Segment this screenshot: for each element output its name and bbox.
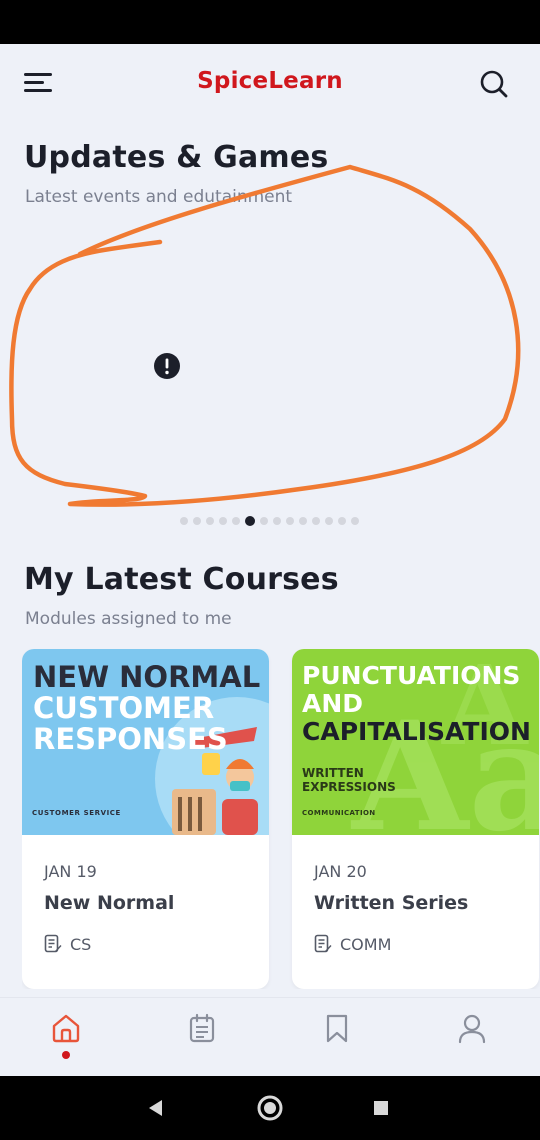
carousel-pagination: [0, 514, 539, 528]
document-icon: [44, 934, 62, 953]
thumb-line2: AND: [302, 689, 364, 718]
courses-title: My Latest Courses: [24, 562, 339, 597]
status-bar: [0, 0, 540, 44]
thumb-line3: CAPITALISATION: [302, 717, 531, 746]
carousel-dot[interactable]: [179, 517, 188, 525]
recents-icon[interactable]: [373, 1100, 389, 1116]
course-date: JAN 20: [314, 862, 367, 881]
carousel-dot[interactable]: [272, 517, 281, 525]
carousel-dot[interactable]: [311, 517, 320, 525]
home-circle-icon[interactable]: [256, 1094, 284, 1122]
carousel-dot[interactable]: [218, 517, 227, 525]
course-list: NEW NORMAL CUSTOMER RESPONSES CUSTOMER S…: [22, 649, 540, 989]
course-thumbnail: NEW NORMAL CUSTOMER RESPONSES CUSTOMER S…: [22, 649, 269, 835]
courses-subtitle: Modules assigned to me: [25, 609, 232, 629]
carousel-dot[interactable]: [192, 517, 201, 525]
carousel-dot-active[interactable]: [244, 516, 255, 526]
bottom-navigation: [0, 997, 540, 1076]
thumb-line5: EXPRESSIONS: [302, 780, 396, 794]
back-icon[interactable]: [146, 1098, 166, 1118]
thumb-caption: COMMUNICATION: [302, 809, 376, 817]
carousel-dot[interactable]: [324, 517, 333, 525]
carousel-dot[interactable]: [337, 517, 346, 525]
profile-icon[interactable]: [456, 1012, 488, 1044]
updates-carousel[interactable]: [0, 254, 540, 509]
course-card-new-normal[interactable]: NEW NORMAL CUSTOMER RESPONSES CUSTOMER S…: [22, 649, 269, 989]
top-bar: SpiceLearn: [0, 44, 540, 122]
course-name: Written Series: [314, 892, 469, 914]
course-tag-label: COMM: [340, 934, 392, 954]
course-card-written-series[interactable]: Aa A PUNCTUATIONS AND CAPITALISATION WRI…: [292, 649, 539, 989]
course-thumbnail: Aa A PUNCTUATIONS AND CAPITALISATION WRI…: [292, 649, 539, 835]
thumb-line2: CUSTOMER: [33, 691, 215, 725]
updates-title: Updates & Games: [24, 140, 329, 175]
updates-subtitle: Latest events and edutainment: [25, 187, 293, 207]
active-indicator: [62, 1051, 70, 1059]
carousel-dot[interactable]: [350, 517, 359, 525]
thumb-line3: RESPONSES: [33, 722, 228, 756]
course-tag-label: CS: [70, 934, 92, 954]
course-tag: CS: [44, 934, 91, 954]
search-icon[interactable]: [478, 68, 510, 100]
carousel-dot[interactable]: [259, 517, 268, 525]
app-title: SpiceLearn: [197, 68, 343, 94]
course-tag: COMM: [314, 934, 391, 954]
carousel-dot[interactable]: [231, 517, 240, 525]
thumb-line1: NEW NORMAL: [33, 660, 261, 694]
thumb-line4: WRITTEN: [302, 766, 364, 780]
carousel-dot[interactable]: [285, 517, 294, 525]
thumb-caption: CUSTOMER SERVICE: [32, 809, 121, 817]
course-date: JAN 19: [44, 862, 97, 881]
home-icon[interactable]: [50, 1012, 82, 1044]
thumb-line1: PUNCTUATIONS: [302, 661, 521, 690]
system-navigation-bar: [0, 1076, 540, 1140]
document-icon: [314, 934, 332, 953]
carousel-dot[interactable]: [205, 517, 214, 525]
bookmark-icon[interactable]: [321, 1012, 353, 1044]
carousel-dot[interactable]: [298, 517, 307, 525]
alert-icon: [154, 353, 180, 379]
course-name: New Normal: [44, 892, 175, 914]
app-screen: SpiceLearn Updates & Games Latest events…: [0, 44, 540, 1076]
calendar-icon[interactable]: [186, 1012, 218, 1044]
